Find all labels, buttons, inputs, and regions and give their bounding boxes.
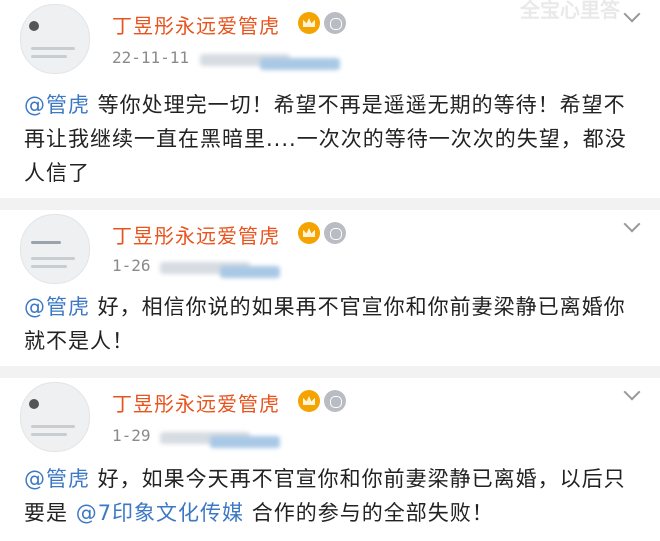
avatar-line xyxy=(31,425,75,428)
chevron-down-icon[interactable] xyxy=(623,215,641,233)
post-2: 丁昱彤永远爱管虎 1-26 @管虎 好，相信你说的如果再不官宣你和你前妻梁静已离… xyxy=(0,210,660,370)
mention-link[interactable]: @管虎 xyxy=(24,295,90,319)
post-text: 好，相信你说的如果再不官宣你和你前妻梁静已离婚你就不是人！ xyxy=(24,295,626,353)
author-name[interactable]: 丁昱彤永远爱管虎 xyxy=(112,220,280,249)
post-1: 丁昱彤永远爱管虎 22-11-11 @管虎 等你处理完一切！希望不再是遥遥无期的… xyxy=(0,0,660,200)
post-content: @管虎 好，如果今天再不官宣你和你前妻梁静已离婚，以后只要是 @7印象文化传媒 … xyxy=(24,462,644,530)
medal-badge-icon xyxy=(324,12,346,34)
mention-link[interactable]: @7印象文化传媒 xyxy=(76,501,244,525)
avatar[interactable] xyxy=(20,4,90,74)
mention-link[interactable]: @管虎 xyxy=(24,467,90,491)
medal-badge-icon xyxy=(324,222,346,244)
post-time: 22-11-11 xyxy=(112,48,190,67)
crown-badge-icon xyxy=(298,390,320,412)
post-text: 合作的参与的全部失败！ xyxy=(244,501,494,525)
avatar-line xyxy=(31,265,67,268)
crown-badge-icon xyxy=(298,12,320,34)
blurred-source xyxy=(220,266,280,278)
post-separator xyxy=(0,366,660,378)
blurred-source xyxy=(260,58,340,70)
post-time: 1-29 xyxy=(112,426,151,445)
avatar-line xyxy=(31,47,75,50)
avatar-dark-dot xyxy=(29,399,39,409)
post-content: @管虎 好，相信你说的如果再不官宣你和你前妻梁静已离婚你就不是人！ xyxy=(24,290,644,358)
avatar[interactable] xyxy=(20,214,90,284)
post-text: 等你处理完一切！希望不再是遥遥无期的等待！希望不再让我继续一直在黑暗里....一… xyxy=(24,93,627,185)
blurred-source xyxy=(210,436,280,448)
avatar[interactable] xyxy=(20,382,90,452)
avatar-dark-dot xyxy=(29,21,39,31)
author-name[interactable]: 丁昱彤永远爱管虎 xyxy=(112,388,280,417)
post-time: 1-26 xyxy=(112,256,151,275)
author-name[interactable]: 丁昱彤永远爱管虎 xyxy=(112,10,280,39)
avatar-line xyxy=(31,241,61,244)
avatar-line xyxy=(31,433,67,436)
medal-badge-icon xyxy=(324,390,346,412)
chevron-down-icon[interactable] xyxy=(623,383,641,401)
chevron-down-icon[interactable] xyxy=(623,5,641,23)
post-content: @管虎 等你处理完一切！希望不再是遥遥无期的等待！希望不再让我继续一直在黑暗里.… xyxy=(24,88,644,190)
avatar-line xyxy=(31,55,67,58)
avatar-line xyxy=(31,257,75,260)
post-3: 丁昱彤永远爱管虎 1-29 @管虎 好，如果今天再不官宣你和你前妻梁静已离婚，以… xyxy=(0,378,660,541)
mention-link[interactable]: @管虎 xyxy=(24,93,90,117)
post-separator xyxy=(0,198,660,210)
crown-badge-icon xyxy=(298,222,320,244)
